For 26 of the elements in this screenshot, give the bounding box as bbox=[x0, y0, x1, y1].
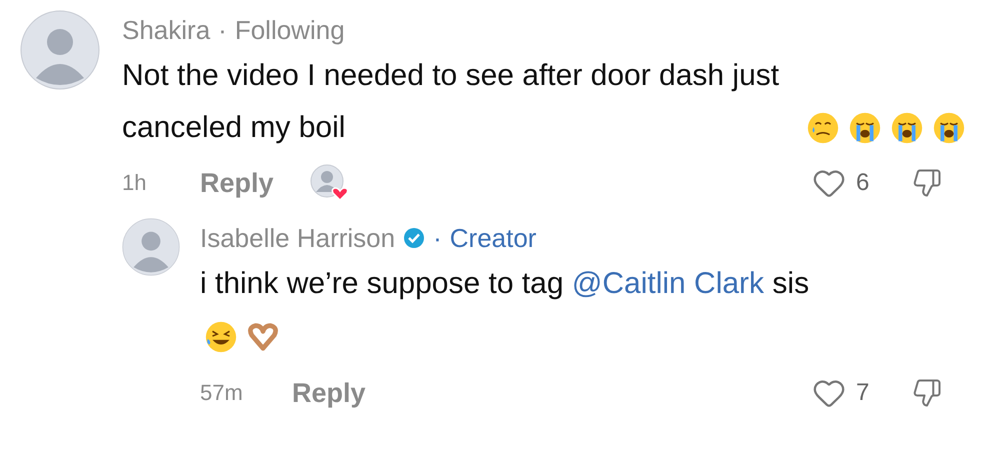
laughing-face-icon bbox=[204, 320, 238, 354]
separator: · bbox=[218, 14, 227, 46]
mention-link[interactable]: @Caitlin Clark bbox=[572, 267, 764, 300]
following-label: Following bbox=[234, 14, 345, 46]
dislike-button[interactable] bbox=[912, 168, 942, 198]
reply-button[interactable]: Reply bbox=[200, 168, 274, 198]
author-name[interactable]: Shakira bbox=[122, 14, 210, 46]
thumbs-down-icon bbox=[912, 378, 942, 408]
dislike-button[interactable] bbox=[912, 378, 942, 408]
reply-text: i think we’re suppose to tag @Caitlin Clark sis bbox=[200, 267, 810, 300]
crying-face-icon bbox=[848, 111, 882, 145]
crying-face-icon bbox=[890, 111, 924, 145]
creator-label: Creator bbox=[450, 222, 536, 254]
comment-time: 57m bbox=[200, 380, 244, 406]
comment-text: Not the video I needed to see after door dash just canceled my boil bbox=[122, 58, 780, 146]
comment-time: 1h bbox=[122, 170, 148, 196]
smiling-face-with-tear-icon bbox=[806, 111, 840, 145]
avatar[interactable] bbox=[20, 10, 100, 90]
like-button[interactable]: 7 bbox=[812, 376, 912, 410]
reply-button[interactable]: Reply bbox=[292, 378, 366, 408]
crying-face-icon bbox=[932, 111, 966, 145]
avatar[interactable] bbox=[122, 218, 180, 276]
separator: · bbox=[433, 222, 442, 254]
author-name[interactable]: Isabelle Harrison bbox=[200, 222, 396, 254]
like-button[interactable]: 6 bbox=[812, 166, 912, 200]
thumbs-down-icon bbox=[912, 168, 942, 198]
